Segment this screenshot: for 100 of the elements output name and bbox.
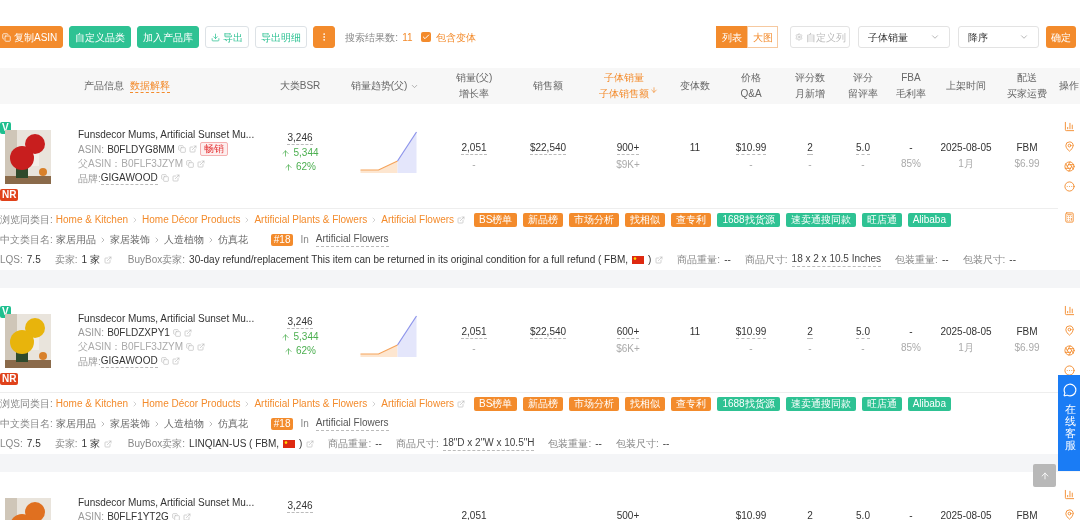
external-link-icon[interactable] bbox=[306, 439, 315, 448]
product-title[interactable]: Funsdecor Mums, Artificial Sunset Mu... bbox=[78, 496, 255, 509]
column-header[interactable]: 变体数 bbox=[680, 78, 710, 94]
column-header[interactable]: 上架时间 bbox=[946, 78, 986, 94]
tool-tag[interactable]: 1688找货源 bbox=[717, 397, 780, 411]
column-header[interactable]: 买家运费 bbox=[1007, 86, 1047, 102]
category-link[interactable]: Artificial Flowers bbox=[381, 397, 455, 411]
tool-tag[interactable]: 速卖通搜同款 bbox=[785, 397, 856, 411]
tool-tag[interactable]: 新品榜 bbox=[523, 397, 564, 411]
calculator-icon[interactable] bbox=[1063, 212, 1075, 223]
column-header[interactable]: 销量(父) bbox=[455, 70, 493, 86]
tool-tag[interactable]: 速卖通搜同款 bbox=[785, 213, 856, 227]
bsr-rank[interactable]: 3,246 bbox=[287, 132, 313, 145]
aperture-icon[interactable] bbox=[1063, 345, 1075, 356]
tool-tag[interactable]: 找相似 bbox=[625, 213, 666, 227]
more-options-icon[interactable] bbox=[1063, 365, 1075, 376]
toolbar-button[interactable]: 加入产品库 bbox=[137, 26, 200, 48]
include-variants-checkbox[interactable] bbox=[420, 32, 431, 42]
category-link[interactable]: Artificial Plants & Flowers bbox=[254, 213, 368, 227]
external-link-icon[interactable] bbox=[171, 357, 180, 365]
tool-tag[interactable]: Alibaba bbox=[907, 397, 951, 411]
copy-icon[interactable] bbox=[186, 342, 195, 351]
toolbar-button[interactable]: 自定义品类 bbox=[69, 26, 132, 48]
column-header[interactable]: 价格 bbox=[741, 70, 761, 86]
confirm-button[interactable]: 确定 bbox=[1046, 26, 1076, 48]
copy-icon[interactable] bbox=[172, 328, 181, 337]
external-link-icon[interactable] bbox=[183, 328, 192, 337]
tool-tag[interactable]: BS榜单 bbox=[474, 397, 518, 411]
view-toggle[interactable]: 大图 bbox=[747, 26, 778, 48]
column-header[interactable]: 评分 bbox=[853, 70, 873, 86]
column-header[interactable]: 销售额 bbox=[533, 78, 563, 94]
bar-chart-icon[interactable] bbox=[1063, 305, 1075, 316]
column-header[interactable]: 大类BSR bbox=[279, 78, 321, 94]
rank-category-link[interactable]: Artificial Flowers bbox=[315, 232, 389, 247]
external-link-icon[interactable] bbox=[197, 342, 206, 351]
external-link-icon[interactable] bbox=[182, 512, 191, 520]
tool-tag[interactable]: 1688找货源 bbox=[717, 213, 780, 227]
column-header[interactable]: 留评率 bbox=[848, 86, 878, 102]
bsr-rank[interactable]: 3,246 bbox=[287, 316, 313, 329]
tool-tag[interactable]: BS榜单 bbox=[474, 213, 518, 227]
product-title[interactable]: Funsdecor Mums, Artificial Sunset Mu... bbox=[78, 312, 255, 325]
category-link[interactable]: Home Décor Products bbox=[142, 213, 241, 227]
sort-select[interactable]: 子体销量 bbox=[858, 26, 950, 48]
category-link[interactable]: Home & Kitchen bbox=[55, 397, 129, 411]
external-link-icon[interactable] bbox=[103, 255, 112, 264]
brand-link[interactable]: GIGAWOOD bbox=[100, 354, 158, 368]
tool-tag[interactable]: 市场分析 bbox=[569, 213, 620, 227]
toolbar-button[interactable]: 复制ASIN bbox=[0, 26, 64, 48]
external-link-icon[interactable] bbox=[457, 216, 466, 224]
column-header[interactable]: Q&A bbox=[740, 86, 762, 102]
column-header[interactable]: FBA bbox=[901, 70, 921, 86]
scroll-to-top-button[interactable] bbox=[1033, 464, 1056, 487]
data-explain-link[interactable]: 数据解释 bbox=[130, 79, 170, 93]
rank-category-link[interactable]: Artificial Flowers bbox=[315, 416, 389, 431]
copy-icon[interactable] bbox=[160, 357, 169, 365]
brand-link[interactable]: GIGAWOOD bbox=[100, 171, 158, 185]
include-variants-label[interactable]: 包含变体 bbox=[435, 29, 476, 45]
tool-tag[interactable]: 查专利 bbox=[671, 213, 712, 227]
view-toggle[interactable]: 列表 bbox=[716, 26, 747, 48]
column-header[interactable]: 配送 bbox=[1017, 70, 1037, 86]
tool-tag[interactable]: 市场分析 bbox=[569, 397, 620, 411]
category-link[interactable]: Home Décor Products bbox=[142, 397, 241, 411]
tool-tag[interactable]: 旺店通 bbox=[861, 397, 902, 411]
column-header[interactable]: 毛利率 bbox=[896, 86, 926, 102]
external-link-icon[interactable] bbox=[171, 174, 180, 182]
column-header[interactable]: 评分数 bbox=[795, 70, 825, 86]
copy-icon[interactable] bbox=[177, 145, 186, 153]
column-header[interactable]: 操作 bbox=[1059, 78, 1079, 94]
column-header[interactable]: 月新增 bbox=[795, 86, 825, 102]
column-header[interactable]: 子体销售额 bbox=[598, 86, 649, 102]
tool-tag[interactable]: 新品榜 bbox=[523, 213, 564, 227]
copy-icon[interactable] bbox=[186, 159, 195, 168]
tool-tag[interactable]: 查专利 bbox=[671, 397, 712, 411]
toolbar-button[interactable]: 导出明细 bbox=[255, 26, 308, 48]
copy-icon[interactable] bbox=[160, 174, 169, 182]
tool-tag[interactable]: 找相似 bbox=[625, 397, 666, 411]
column-header[interactable]: 销量趋势(父) bbox=[350, 78, 408, 94]
copy-icon[interactable] bbox=[171, 512, 180, 520]
bar-chart-icon[interactable] bbox=[1063, 489, 1075, 500]
external-link-icon[interactable] bbox=[188, 145, 197, 153]
category-link[interactable]: Home & Kitchen bbox=[55, 213, 129, 227]
more-button[interactable] bbox=[313, 26, 336, 48]
bar-chart-icon[interactable] bbox=[1063, 121, 1075, 132]
tool-tag[interactable]: Alibaba bbox=[907, 213, 951, 227]
external-link-icon[interactable] bbox=[655, 255, 664, 264]
bsr-rank[interactable]: 3,246 bbox=[287, 500, 313, 513]
external-link-icon[interactable] bbox=[457, 400, 466, 408]
tool-tag[interactable]: 旺店通 bbox=[861, 213, 902, 227]
external-link-icon[interactable] bbox=[103, 439, 112, 448]
category-link[interactable]: Artificial Plants & Flowers bbox=[254, 397, 368, 411]
column-header[interactable]: 产品信息 bbox=[84, 78, 124, 94]
toolbar-button[interactable]: 导出 bbox=[205, 26, 250, 48]
online-support-tab[interactable]: 在线客服 bbox=[1058, 375, 1080, 471]
column-header[interactable]: 增长率 bbox=[459, 86, 489, 102]
column-header[interactable]: 子体销量 bbox=[603, 70, 644, 86]
category-link[interactable]: Artificial Flowers bbox=[381, 213, 455, 227]
location-pin-icon[interactable] bbox=[1063, 141, 1075, 152]
location-pin-icon[interactable] bbox=[1063, 325, 1075, 336]
product-title[interactable]: Funsdecor Mums, Artificial Sunset Mu... bbox=[78, 128, 255, 141]
aperture-icon[interactable] bbox=[1063, 161, 1075, 172]
